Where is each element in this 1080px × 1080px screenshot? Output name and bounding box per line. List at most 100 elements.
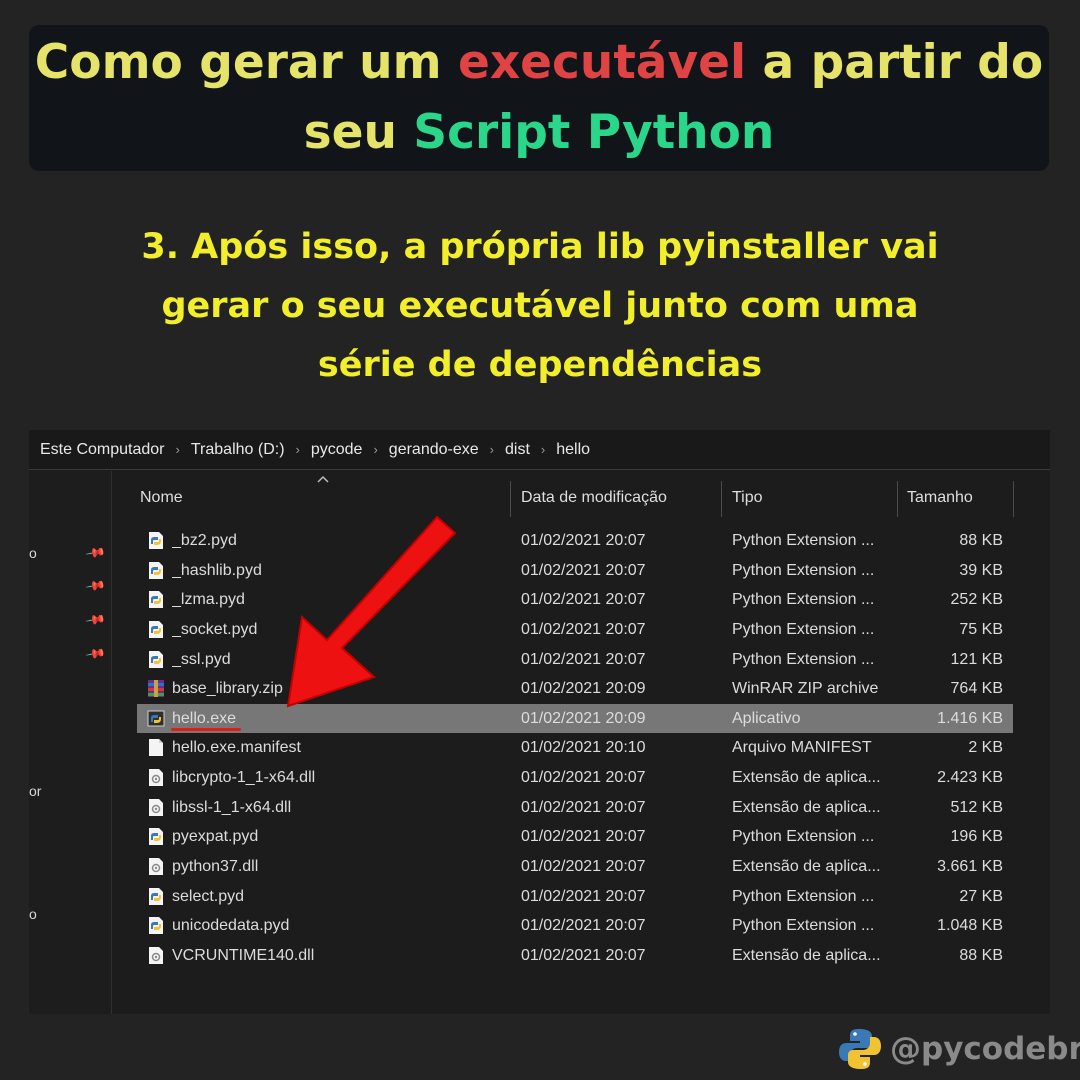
file-type: Extensão de aplica... (732, 769, 881, 787)
file-row[interactable]: hello.exe.manifest 01/02/2021 20:10 Arquiv… (137, 733, 1013, 762)
file-row[interactable]: select.pyd 01/02/2021 20:07 Python Extensi… (137, 882, 1013, 911)
nav-item-fragment[interactable]: o (29, 906, 37, 922)
breadcrumb-item[interactable]: gerando-exe (389, 441, 479, 459)
file-type: Python Extension ... (732, 887, 875, 905)
breadcrumb-item[interactable]: hello (556, 441, 590, 459)
file-name: _lzma.pyd (172, 591, 245, 609)
breadcrumb-item[interactable]: Este Computador (40, 441, 165, 459)
title-banner: Como gerar um executável a partir do seu… (29, 25, 1049, 171)
file-name: pyexpat.pyd (172, 828, 259, 846)
breadcrumb-item[interactable]: Trabalho (D:) (191, 441, 285, 459)
title-highlight-green: Script Python (413, 105, 775, 160)
file-row[interactable]: libcrypto-1_1-x64.dll 01/02/2021 20:07 Ext… (137, 763, 1013, 792)
file-type: Extensão de aplica... (732, 858, 881, 876)
winrar-archive-icon (148, 680, 164, 698)
chevron-right-icon[interactable]: › (541, 442, 545, 457)
file-size: 2.423 KB (937, 769, 1003, 787)
file-row[interactable]: _bz2.pyd 01/02/2021 20:07 Python Extension… (137, 526, 1013, 555)
file-row[interactable]: _lzma.pyd 01/02/2021 20:07 Python Extensio… (137, 585, 1013, 614)
title-highlight-red: executável (457, 35, 747, 90)
file-date-modified: 01/02/2021 20:07 (521, 946, 646, 964)
file-size: 1.416 KB (937, 709, 1003, 727)
file-row[interactable]: pyexpat.pyd 01/02/2021 20:07 Python Extens… (137, 822, 1013, 851)
navigation-pane[interactable]: o 📌 📌 📌 📌 or o (29, 471, 112, 1014)
file-row[interactable]: base_library.zip 01/02/2021 20:09 WinRAR Z… (137, 674, 1013, 703)
step-line-3: série de dependências (317, 345, 763, 385)
column-divider[interactable] (510, 481, 511, 517)
breadcrumb[interactable]: Este Computador › Trabalho (D:) › pycode › ger… (29, 430, 1050, 470)
file-row[interactable]: _ssl.pyd 01/02/2021 20:07 Python Extension… (137, 645, 1013, 674)
file-size: 252 KB (950, 591, 1003, 609)
step-description: 3. Após isso, a própria lib pyinstaller … (0, 218, 1080, 395)
file-type: Python Extension ... (732, 591, 875, 609)
file-date-modified: 01/02/2021 20:07 (521, 828, 646, 846)
file-date-modified: 01/02/2021 20:07 (521, 591, 646, 609)
file-size: 88 KB (959, 946, 1003, 964)
file-name: unicodedata.pyd (172, 917, 290, 935)
blank-file-icon (149, 739, 163, 757)
file-name: python37.dll (172, 858, 259, 876)
chevron-right-icon[interactable]: › (176, 442, 180, 457)
file-type: Python Extension ... (732, 650, 875, 668)
file-name: libssl-1_1-x64.dll (172, 798, 292, 816)
file-size: 3.661 KB (937, 858, 1003, 876)
python-file-icon (149, 591, 163, 609)
chevron-right-icon[interactable]: › (373, 442, 377, 457)
file-row[interactable]: _hashlib.pyd 01/02/2021 20:07 Python Exten… (137, 556, 1013, 585)
red-underline (171, 727, 241, 731)
file-date-modified: 01/02/2021 20:07 (521, 620, 646, 638)
file-date-modified: 01/02/2021 20:07 (521, 769, 646, 787)
file-row[interactable]: unicodedata.pyd 01/02/2021 20:07 Python Ex… (137, 911, 1013, 940)
file-row[interactable]: hello.exe 01/02/2021 20:09 Aplicativo 1.416… (137, 703, 1013, 733)
pin-icon: 📌 (84, 575, 107, 598)
file-type: Python Extension ... (732, 532, 875, 549)
breadcrumb-item[interactable]: pycode (311, 441, 363, 459)
python-file-icon (149, 532, 163, 549)
file-type: Python Extension ... (732, 561, 875, 579)
file-row[interactable]: libssl-1_1-x64.dll 01/02/2021 20:07 Extens… (137, 793, 1013, 822)
python-file-icon (149, 887, 163, 905)
title-text: seu (303, 105, 414, 160)
brand-handle: @pycodebr (890, 1031, 1080, 1067)
column-divider[interactable] (1013, 481, 1014, 517)
file-row[interactable]: _socket.pyd 01/02/2021 20:07 Python Extens… (137, 615, 1013, 644)
dll-file-icon (149, 798, 163, 816)
file-name: libcrypto-1_1-x64.dll (172, 769, 316, 787)
file-explorer-window: Este Computador › Trabalho (D:) › pycode › ger… (29, 430, 1050, 1014)
column-header-name[interactable]: Nome (140, 489, 183, 519)
file-row[interactable]: VCRUNTIME140.dll 01/02/2021 20:07 Extensão… (137, 941, 1013, 970)
file-name: select.pyd (172, 887, 245, 905)
file-size: 39 KB (959, 561, 1003, 579)
file-date-modified: 01/02/2021 20:07 (521, 798, 646, 816)
python-file-icon (149, 828, 163, 846)
file-name: _socket.pyd (172, 620, 258, 638)
column-header-type[interactable]: Tipo (732, 489, 763, 519)
column-header-size[interactable]: Tamanho (907, 489, 973, 519)
file-size: 1.048 KB (937, 917, 1003, 935)
file-size: 88 KB (959, 532, 1003, 549)
nav-item-fragment[interactable]: or (29, 783, 41, 799)
chevron-right-icon[interactable]: › (296, 442, 300, 457)
file-size: 764 KB (950, 680, 1003, 698)
file-date-modified: 01/02/2021 20:09 (521, 680, 646, 698)
python-file-icon (149, 917, 163, 935)
file-type: Extensão de aplica... (732, 798, 881, 816)
title-text: a partir do (746, 35, 1044, 90)
step-line-1: 3. Após isso, a própria lib pyinstaller … (141, 227, 939, 267)
breadcrumb-item[interactable]: dist (505, 441, 530, 459)
file-size: 196 KB (950, 828, 1003, 846)
nav-item-fragment[interactable]: o (29, 545, 37, 561)
file-size: 512 KB (950, 798, 1003, 816)
title-line-2: seu Script Python (304, 98, 775, 168)
column-divider[interactable] (897, 481, 898, 517)
python-exe-icon (147, 710, 165, 727)
file-list: Nome Data de modificação Tipo Tamanho _b… (112, 471, 1050, 1014)
chevron-right-icon[interactable]: › (490, 442, 494, 457)
file-row[interactable]: python37.dll 01/02/2021 20:07 Extensão de … (137, 852, 1013, 881)
python-logo-icon (839, 1029, 881, 1069)
file-type: Aplicativo (732, 709, 801, 727)
file-type: Arquivo MANIFEST (732, 739, 872, 757)
column-header-date[interactable]: Data de modificação (521, 489, 667, 519)
file-date-modified: 01/02/2021 20:07 (521, 561, 646, 579)
column-divider[interactable] (721, 481, 722, 517)
